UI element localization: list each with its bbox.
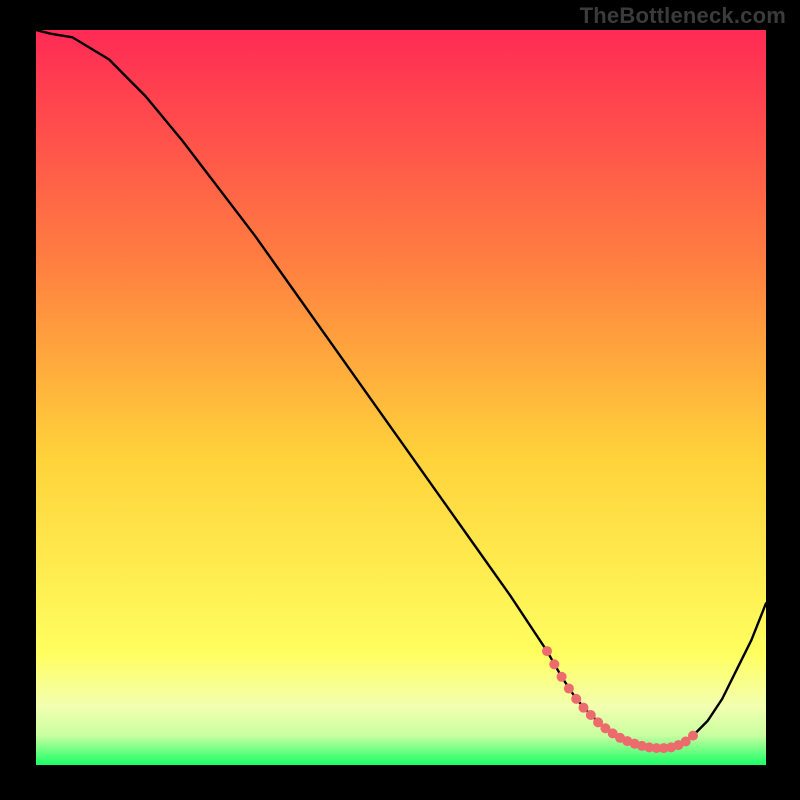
chart-svg <box>36 30 766 765</box>
gradient-background <box>36 30 766 765</box>
curve-marker <box>542 646 552 656</box>
chart-plot-area <box>36 30 766 765</box>
curve-marker <box>571 694 581 704</box>
curve-marker <box>688 731 698 741</box>
watermark-text: TheBottleneck.com <box>580 3 786 29</box>
curve-marker <box>579 703 589 713</box>
curve-marker <box>557 672 567 682</box>
curve-marker <box>564 684 574 694</box>
chart-frame: TheBottleneck.com <box>0 0 800 800</box>
curve-marker <box>586 710 596 720</box>
curve-marker <box>549 659 559 669</box>
